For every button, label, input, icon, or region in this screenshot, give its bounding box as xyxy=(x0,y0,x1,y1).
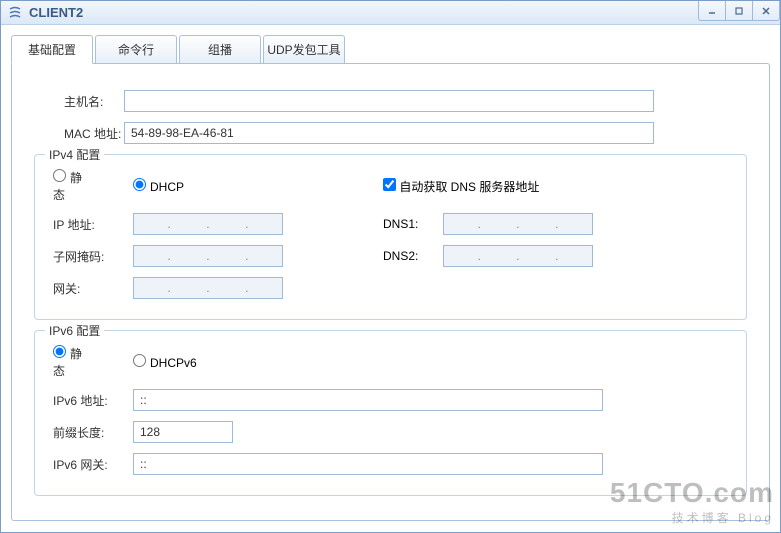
gateway-input[interactable]: ... xyxy=(133,277,283,299)
ipv6-group: IPv6 配置 静态 DHCPv6 IPv6 地址: 前缀长度: IPv6 网关… xyxy=(34,330,747,496)
ipv6-gw-label: IPv6 网关: xyxy=(53,456,133,473)
hostname-input[interactable] xyxy=(124,90,654,112)
dns1-label: DNS1: xyxy=(383,217,443,231)
mac-input[interactable] xyxy=(124,122,654,144)
close-button[interactable] xyxy=(752,1,780,21)
autodns-checkbox[interactable] xyxy=(383,178,396,191)
tab-panel: 主机名: MAC 地址: IPv4 配置 静态 DHCP 自动获取 DNS 服务… xyxy=(11,63,770,521)
maximize-button[interactable] xyxy=(725,1,753,21)
mac-label: MAC 地址: xyxy=(34,125,124,142)
tab-command-line[interactable]: 命令行 xyxy=(95,35,177,64)
app-icon xyxy=(7,5,23,21)
tab-basic-config[interactable]: 基础配置 xyxy=(11,35,93,64)
ipv6-addr-label: IPv6 地址: xyxy=(53,392,133,409)
dns2-input[interactable]: ... xyxy=(443,245,593,267)
titlebar: CLIENT2 xyxy=(1,1,780,25)
ip-input[interactable]: ... xyxy=(133,213,283,235)
ip-label: IP 地址: xyxy=(53,216,133,233)
ipv4-static-option[interactable]: 静态 xyxy=(53,169,133,203)
dns2-label: DNS2: xyxy=(383,249,443,263)
ipv6-group-title: IPv6 配置 xyxy=(45,322,104,339)
ipv6-static-radio[interactable] xyxy=(53,345,66,358)
window-body: 基础配置 命令行 组播 UDP发包工具 主机名: MAC 地址: IPv4 配置… xyxy=(1,25,780,532)
gateway-label: 网关: xyxy=(53,280,133,297)
mask-input[interactable]: ... xyxy=(133,245,283,267)
watermark: 51CTO.com 技术博客 Blog xyxy=(610,477,774,526)
ipv6-prefix-input[interactable] xyxy=(133,421,233,443)
ipv4-static-radio[interactable] xyxy=(53,169,66,182)
app-window: CLIENT2 基础配置 命令行 组播 UDP发包工具 主机名: MAC 地址: xyxy=(0,0,781,533)
ipv6-prefix-label: 前缀长度: xyxy=(53,424,133,441)
dns1-input[interactable]: ... xyxy=(443,213,593,235)
ipv4-group-title: IPv4 配置 xyxy=(45,146,104,163)
ipv4-autodns-option[interactable]: 自动获取 DNS 服务器地址 xyxy=(383,178,539,195)
tabbar: 基础配置 命令行 组播 UDP发包工具 xyxy=(11,35,770,64)
tab-multicast[interactable]: 组播 xyxy=(179,35,261,64)
ipv6-dhcpv6-radio[interactable] xyxy=(133,354,146,367)
ipv6-gw-input[interactable] xyxy=(133,453,603,475)
ipv6-dhcpv6-option[interactable]: DHCPv6 xyxy=(133,354,237,370)
window-title: CLIENT2 xyxy=(29,5,774,20)
ipv6-static-option[interactable]: 静态 xyxy=(53,345,133,379)
window-controls xyxy=(699,1,780,21)
minimize-button[interactable] xyxy=(698,1,726,21)
tab-udp-tool[interactable]: UDP发包工具 xyxy=(263,35,345,64)
hostname-label: 主机名: xyxy=(34,93,124,110)
ipv4-dhcp-option[interactable]: DHCP xyxy=(133,178,383,194)
ipv4-dhcp-radio[interactable] xyxy=(133,178,146,191)
ipv6-addr-input[interactable] xyxy=(133,389,603,411)
mask-label: 子网掩码: xyxy=(53,248,133,265)
ipv4-group: IPv4 配置 静态 DHCP 自动获取 DNS 服务器地址 IP 地址: ..… xyxy=(34,154,747,320)
